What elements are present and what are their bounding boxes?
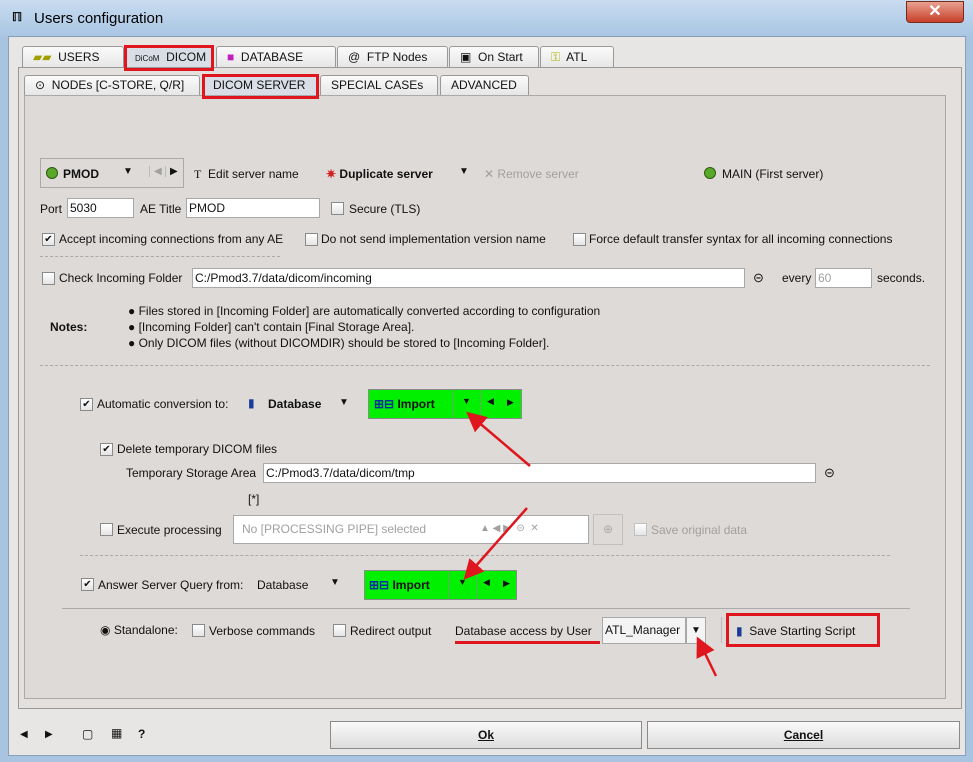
annotation-arrows <box>463 411 718 677</box>
arrow <box>466 411 531 467</box>
arrow <box>696 636 718 677</box>
arrow <box>463 507 528 580</box>
